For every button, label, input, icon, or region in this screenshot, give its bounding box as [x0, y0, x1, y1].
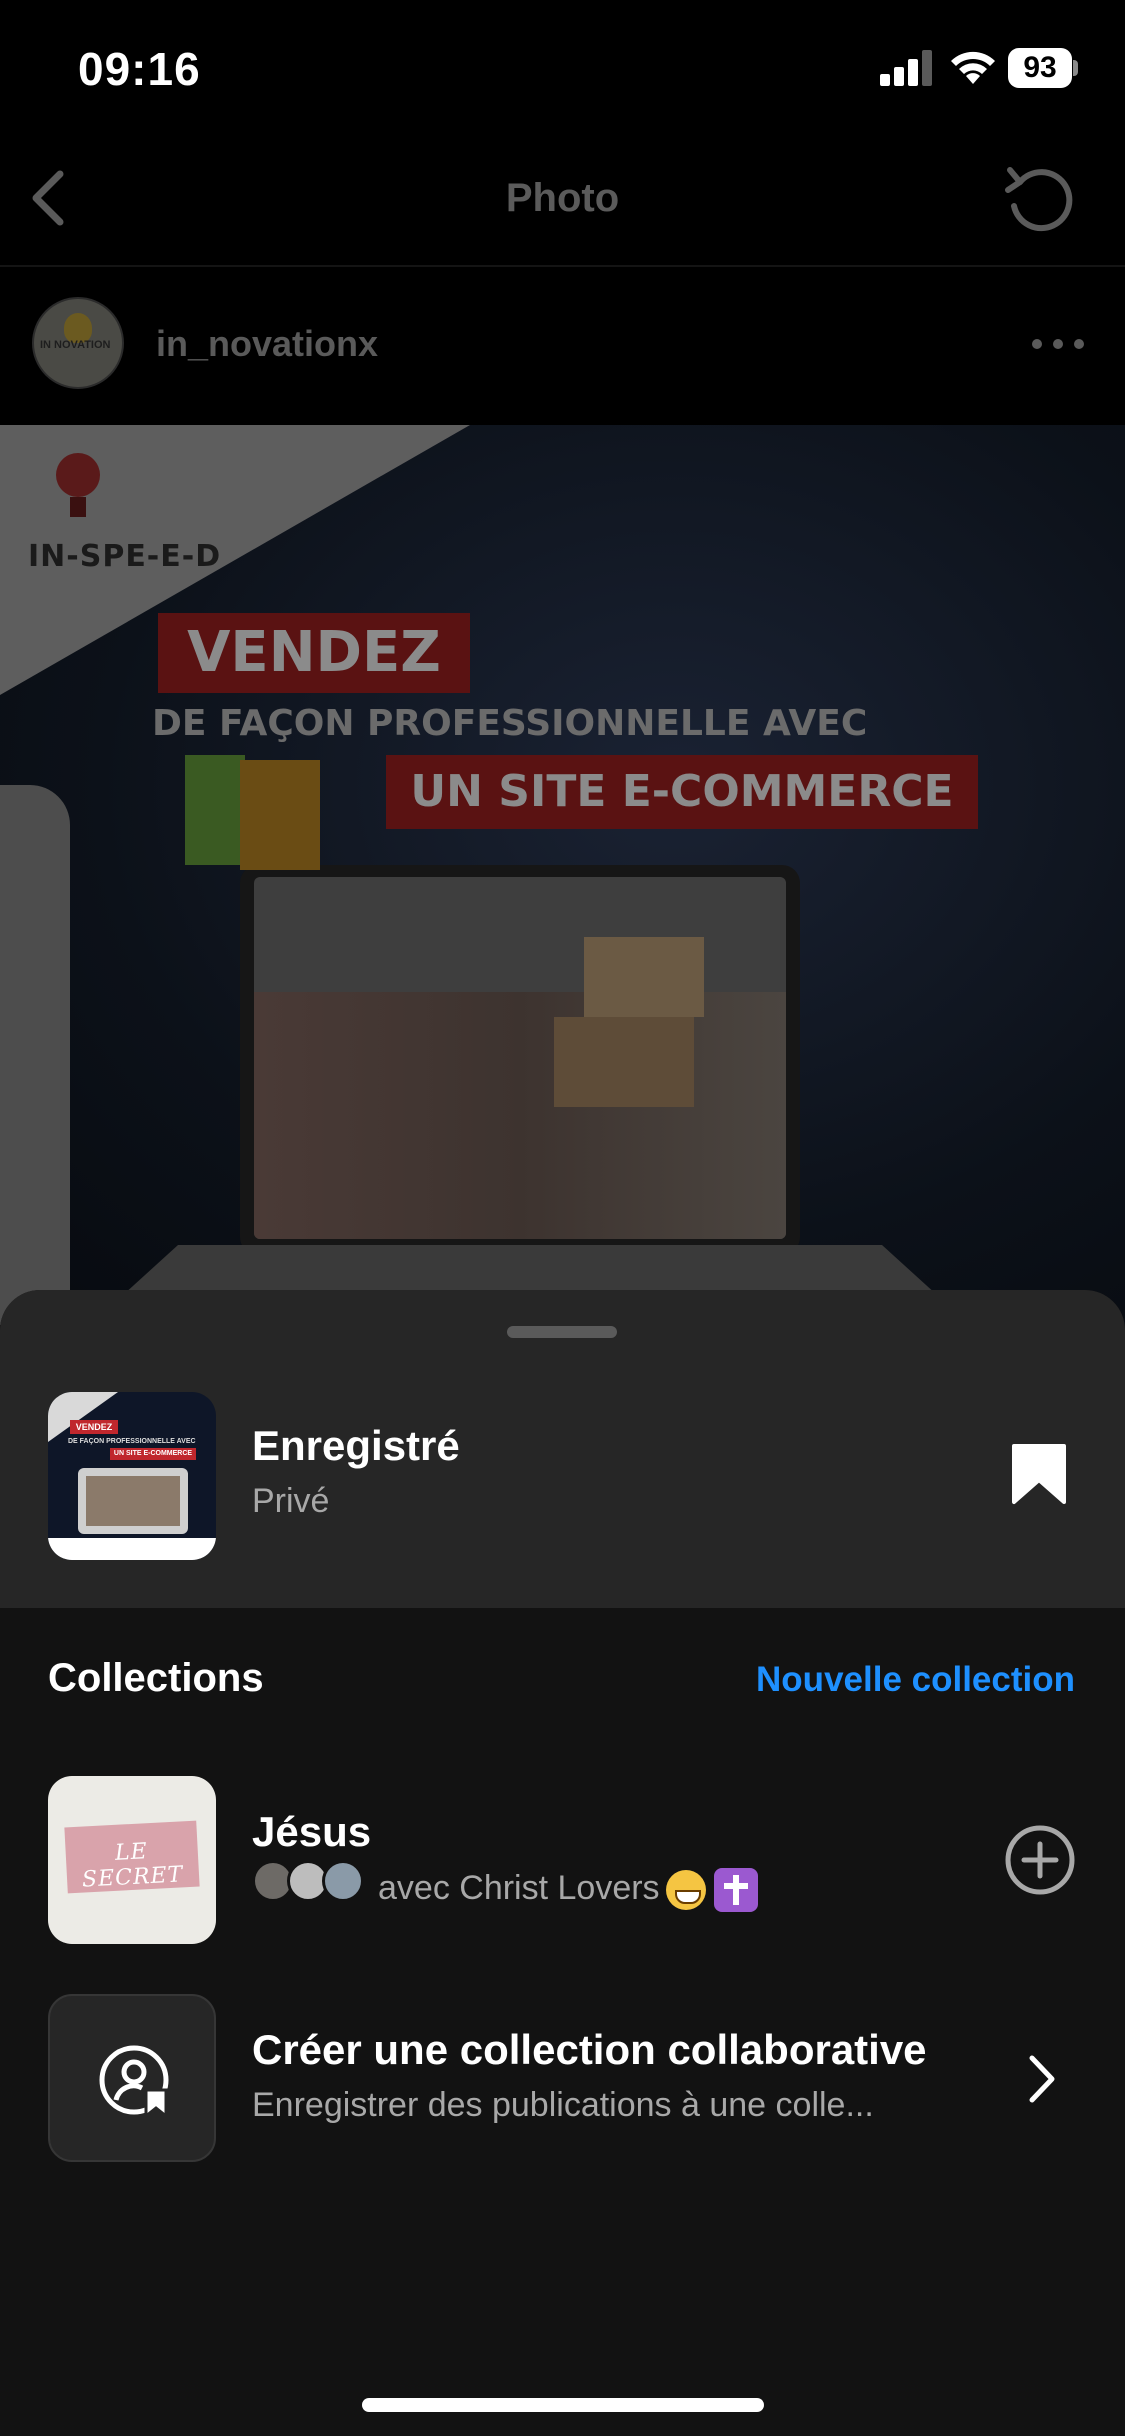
image-headline: VENDEZ — [158, 613, 470, 693]
collection-title: Jésus — [252, 1808, 372, 1855]
avatar — [322, 1860, 364, 1902]
refresh-icon[interactable] — [1000, 160, 1080, 240]
image-line3: UN SITE E-COMMERCE — [386, 755, 978, 829]
saved-section[interactable]: VENDEZ DE FAÇON PROFESSIONNELLE AVEC UN … — [0, 1290, 1125, 1608]
battery-level: 93 — [1008, 48, 1072, 88]
signal-icon — [880, 50, 932, 86]
member-avatars — [252, 1860, 364, 1902]
avatar[interactable]: IN NOVATION — [32, 297, 124, 389]
more-options-icon[interactable] — [1030, 337, 1086, 351]
save-bottom-sheet: VENDEZ DE FAÇON PROFESSIONNELLE AVEC UN … — [0, 1290, 1125, 2436]
status-time: 09:16 — [78, 43, 201, 95]
new-collection-button[interactable]: Nouvelle collection — [756, 1660, 1075, 1700]
shopping-bag-illustration — [240, 760, 320, 870]
cross-emoji-icon — [713, 1868, 758, 1912]
battery-icon: 93 — [1008, 48, 1078, 88]
saved-privacy: Privé — [252, 1482, 330, 1520]
collections-header: Collections — [48, 1656, 264, 1700]
grinning-emoji-icon — [665, 1870, 706, 1910]
saved-title: Enregistré — [252, 1422, 460, 1469]
add-circle-icon[interactable] — [1004, 1824, 1076, 1896]
collection-title: Créer une collection collaborative — [252, 2026, 927, 2073]
post-image[interactable]: IN-SPE-E-D VENDEZ DE FAÇON PROFESSIONNEL… — [0, 425, 1125, 1325]
home-indicator[interactable] — [362, 2398, 764, 2412]
collection-subtitle: avec Christ Lovers — [378, 1868, 758, 1912]
page-title: Photo — [505, 176, 620, 220]
brand-logo: IN-SPE-E-D — [28, 447, 258, 574]
chevron-right-icon[interactable] — [1022, 2050, 1062, 2108]
shopping-bag-illustration — [185, 755, 245, 865]
nav-bar: Photo — [0, 130, 1125, 265]
collection-thumbnail: LE SECRET — [48, 1776, 216, 1944]
post-username[interactable]: in_novationx — [156, 323, 378, 365]
laptop-illustration — [240, 865, 800, 1255]
sheet-grabber[interactable] — [507, 1326, 617, 1338]
collection-thumbnail — [48, 1994, 216, 2162]
bookmark-filled-icon[interactable] — [1010, 1442, 1068, 1506]
status-bar: 09:16 93 — [0, 0, 1125, 130]
create-collaborative-collection[interactable]: Créer une collection collaborative Enreg… — [0, 1994, 1125, 2164]
image-line2: DE FAÇON PROFESSIONNELLE AVEC — [152, 703, 868, 744]
collection-item[interactable]: LE SECRET Jésus avec Christ Lovers — [0, 1776, 1125, 1946]
collaborative-collection-icon — [99, 2045, 169, 2118]
post-header: IN NOVATION in_novationx — [0, 267, 1125, 425]
wifi-icon — [951, 51, 995, 84]
saved-thumbnail: VENDEZ DE FAÇON PROFESSIONNELLE AVEC UN … — [48, 1392, 216, 1560]
collection-subtitle: Enregistrer des publications à une colle… — [252, 2086, 874, 2124]
